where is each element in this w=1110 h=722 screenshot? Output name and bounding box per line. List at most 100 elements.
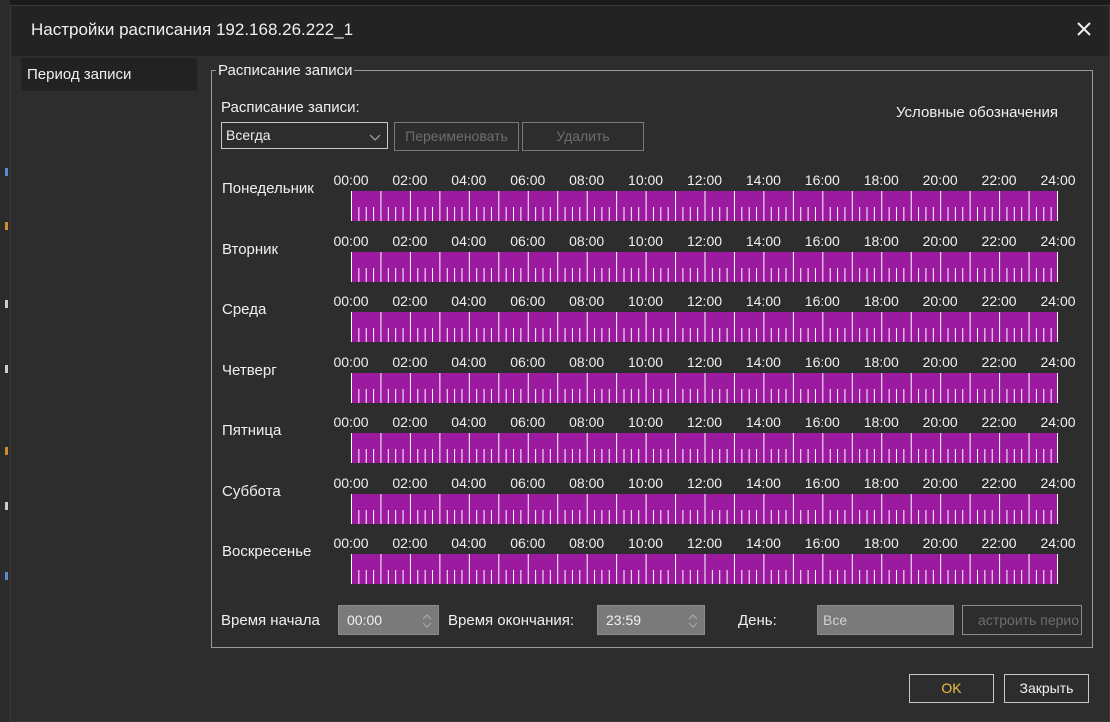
schedule-select[interactable]: Всегда	[221, 122, 388, 149]
close-icon[interactable]	[1073, 18, 1095, 40]
time-tick-label: 00:00	[333, 535, 369, 551]
time-tick-label: 08:00	[569, 353, 605, 370]
sidebar-item-recording-period[interactable]: Период записи	[21, 58, 197, 91]
day-select[interactable]: Все	[817, 605, 954, 635]
group-title: Расписание записи	[216, 62, 355, 79]
day-schedule-bar[interactable]	[351, 372, 1058, 403]
title-bar: Настройки расписания 192.168.26.222_1	[11, 6, 1109, 56]
time-tick-label: 00:00	[333, 414, 369, 430]
time-tick-label: 18:00	[863, 353, 899, 370]
time-tick-label: 02:00	[392, 172, 428, 188]
time-tick-label: 24:00	[1040, 474, 1076, 491]
time-tick-label: 02:00	[392, 232, 428, 249]
time-tick-label: 12:00	[686, 172, 723, 188]
time-tick-label: 16:00	[804, 474, 840, 491]
time-tick-label: 22:00	[981, 293, 1017, 309]
day-schedule-bar[interactable]	[351, 251, 1058, 282]
schedule-select-value: Всегда	[226, 127, 271, 143]
time-tick-label: 22:00	[981, 232, 1017, 249]
time-tick-label: 02:00	[392, 535, 428, 551]
time-tick-label: 04:00	[451, 535, 487, 551]
background-window-edge	[0, 0, 10, 722]
time-tick-label: 14:00	[745, 414, 781, 430]
edge-mark	[5, 447, 8, 455]
start-time-field[interactable]: 00:00	[338, 605, 439, 635]
time-tick-label: 04:00	[451, 293, 487, 309]
edge-mark	[5, 572, 8, 580]
time-tick-label: 16:00	[804, 353, 840, 370]
time-tick-label: 06:00	[510, 474, 546, 491]
time-tick-label: 00:00	[333, 293, 369, 309]
time-tick-label: 04:00	[451, 172, 487, 188]
time-tick-label: 12:00	[686, 293, 723, 309]
time-tick-label: 14:00	[745, 474, 781, 491]
time-tick-label: 18:00	[863, 535, 899, 551]
time-tick-label: 14:00	[745, 172, 781, 188]
day-schedule-bar[interactable]	[351, 191, 1058, 221]
edge-mark	[5, 168, 8, 176]
time-tick-label: 18:00	[863, 232, 899, 249]
time-tick-label: 10:00	[628, 172, 664, 188]
time-tick-label: 16:00	[804, 535, 840, 551]
edge-mark	[5, 300, 8, 308]
time-tick-label: 06:00	[510, 353, 546, 370]
day-schedule-bar[interactable]	[351, 554, 1058, 584]
ok-button[interactable]: OK	[909, 674, 994, 703]
day-label: Вторник	[222, 240, 279, 258]
day-label: Среда	[222, 301, 267, 318]
time-tick-label: 10:00	[628, 293, 664, 309]
time-tick-label: 08:00	[569, 414, 605, 430]
spin-arrows-icon[interactable]	[687, 613, 699, 632]
time-tick-label: 16:00	[804, 232, 840, 249]
edge-mark	[5, 502, 8, 510]
time-tick-label: 04:00	[451, 353, 487, 370]
spin-arrows-icon[interactable]	[421, 613, 433, 632]
end-time-value: 23:59	[606, 612, 642, 628]
close-button[interactable]: Закрыть	[1004, 674, 1089, 703]
time-tick-label: 12:00	[686, 232, 723, 249]
delete-button[interactable]: Удалить	[522, 122, 644, 151]
chevron-down-icon	[369, 130, 381, 146]
time-tick-label: 04:00	[451, 414, 487, 430]
end-time-field[interactable]: 23:59	[597, 605, 705, 635]
time-tick-label: 06:00	[510, 293, 546, 309]
rename-button[interactable]: Переименовать	[394, 122, 519, 151]
day-label: День:	[738, 612, 777, 629]
time-tick-label: 06:00	[510, 414, 546, 430]
schedule-label: Расписание записи:	[221, 99, 360, 116]
time-tick-label: 10:00	[628, 414, 664, 430]
time-tick-label: 16:00	[804, 172, 840, 188]
time-tick-label: 20:00	[922, 414, 958, 430]
time-tick-label: 00:00	[333, 232, 369, 249]
day-schedule-bar[interactable]	[351, 493, 1058, 524]
time-tick-label: 10:00	[628, 535, 664, 551]
time-tick-label: 20:00	[922, 535, 958, 551]
time-tick-label: 08:00	[569, 293, 605, 309]
start-time-value: 00:00	[347, 612, 383, 628]
time-tick-label: 08:00	[569, 535, 605, 551]
time-tick-label: 22:00	[981, 474, 1017, 491]
day-schedule-bar[interactable]	[351, 433, 1058, 463]
time-tick-label: 04:00	[451, 232, 487, 249]
edge-mark	[5, 222, 8, 230]
dialog-title: Настройки расписания 192.168.26.222_1	[31, 20, 354, 39]
time-tick-label: 02:00	[392, 353, 428, 370]
time-tick-label: 16:00	[804, 414, 840, 430]
time-tick-label: 10:00	[628, 474, 664, 491]
time-tick-label: 12:00	[686, 474, 723, 491]
edge-mark	[5, 365, 8, 373]
legend-link[interactable]: Условные обозначения	[896, 104, 1058, 121]
time-tick-label: 02:00	[392, 474, 428, 491]
day-label: Четверг	[222, 361, 277, 379]
day-label: Воскресенье	[222, 543, 312, 560]
day-schedule-bar[interactable]	[351, 312, 1058, 342]
end-time-label: Время окончания:	[448, 612, 575, 629]
time-tick-label: 20:00	[922, 293, 958, 309]
time-tick-label: 00:00	[333, 172, 369, 188]
time-tick-label: 20:00	[922, 172, 958, 188]
time-tick-label: 08:00	[569, 232, 605, 249]
time-tick-label: 18:00	[863, 172, 899, 188]
copy-period-button[interactable]: астроить перио	[962, 605, 1082, 635]
time-tick-label: 24:00	[1040, 293, 1076, 309]
time-tick-label: 18:00	[863, 293, 899, 309]
